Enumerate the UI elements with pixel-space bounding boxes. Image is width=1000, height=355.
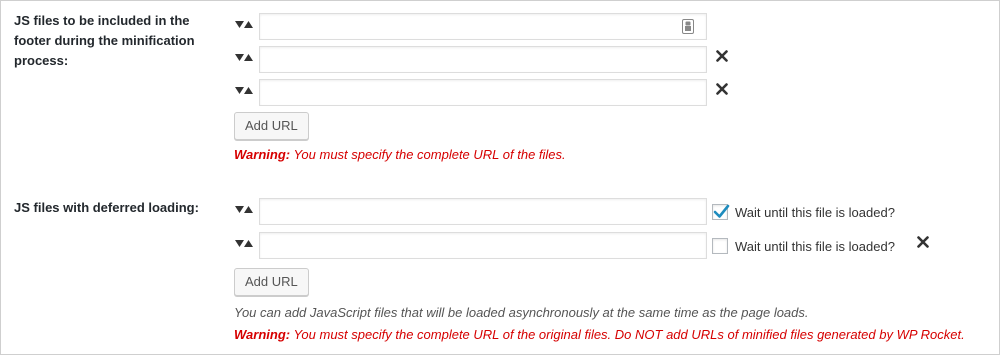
deferred-js-warning: Warning: You must specify the complete U… bbox=[234, 327, 965, 342]
footer-js-url-input-2[interactable] bbox=[259, 46, 707, 73]
deferred-js-url-input-2[interactable] bbox=[259, 232, 707, 259]
drag-handle-icon[interactable] bbox=[234, 204, 254, 216]
footer-js-label: JS files to be included in the footer du… bbox=[14, 13, 195, 68]
deferred-js-label: JS files with deferred loading: bbox=[14, 200, 199, 215]
warning-prefix: Warning: bbox=[234, 147, 291, 162]
drag-handle-icon[interactable] bbox=[234, 19, 254, 31]
footer-js-url-input-1[interactable] bbox=[259, 13, 707, 40]
password-manager-icon[interactable] bbox=[682, 19, 694, 34]
drag-handle-icon[interactable] bbox=[234, 85, 254, 97]
close-x-icon[interactable] bbox=[716, 83, 728, 95]
wait-loaded-label[interactable]: Wait until this file is loaded? bbox=[735, 239, 895, 254]
add-url-button[interactable]: Add URL bbox=[234, 268, 309, 296]
close-x-icon[interactable] bbox=[716, 50, 728, 62]
drag-handle-icon[interactable] bbox=[234, 238, 254, 250]
checkmark-icon bbox=[713, 204, 730, 218]
wait-loaded-option: Wait until this file is loaded? bbox=[712, 203, 895, 221]
settings-panel: JS files to be included in the footer du… bbox=[0, 0, 1000, 355]
wait-loaded-label[interactable]: Wait until this file is loaded? bbox=[735, 205, 895, 220]
wait-loaded-checkbox[interactable] bbox=[712, 204, 730, 220]
footer-js-url-input-3[interactable] bbox=[259, 79, 707, 106]
wait-loaded-checkbox[interactable] bbox=[712, 238, 728, 254]
close-x-icon[interactable] bbox=[917, 236, 929, 248]
deferred-js-description: You can add JavaScript files that will b… bbox=[234, 305, 809, 320]
warning-prefix: Warning: bbox=[234, 327, 291, 342]
wait-loaded-option: Wait until this file is loaded? bbox=[712, 237, 895, 255]
warning-text: You must specify the complete URL of the… bbox=[290, 147, 566, 162]
add-url-button[interactable]: Add URL bbox=[234, 112, 309, 140]
deferred-js-url-input-1[interactable] bbox=[259, 198, 707, 225]
drag-handle-icon[interactable] bbox=[234, 52, 254, 64]
warning-text: You must specify the complete URL of the… bbox=[290, 327, 965, 342]
footer-js-warning: Warning: You must specify the complete U… bbox=[234, 147, 566, 162]
